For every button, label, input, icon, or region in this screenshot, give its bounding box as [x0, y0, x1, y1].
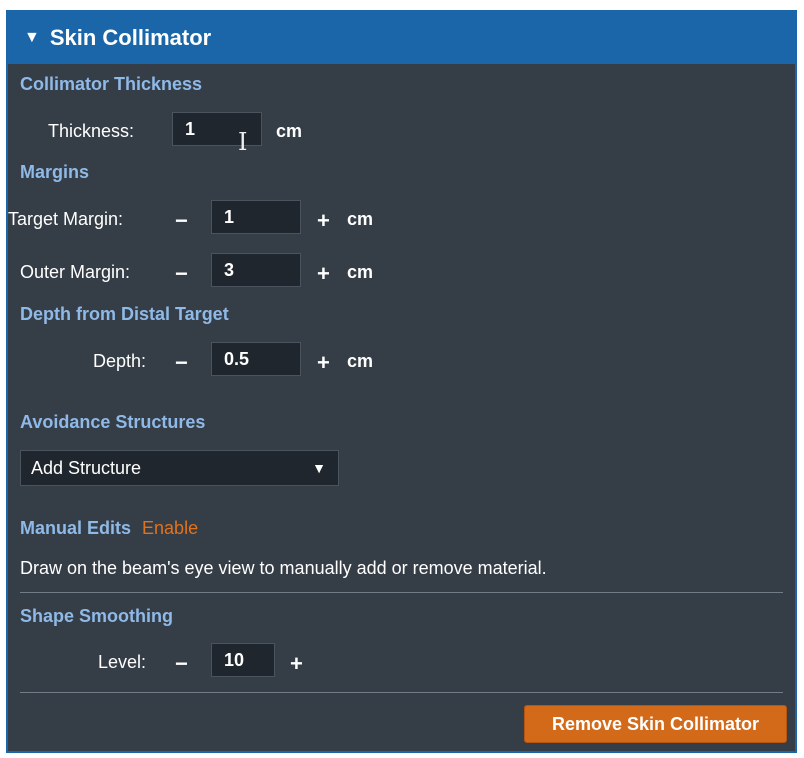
text-cursor-icon: I [238, 128, 248, 156]
level-plus-button[interactable]: + [290, 653, 303, 675]
target-margin-plus-button[interactable]: + [317, 210, 330, 232]
section-avoidance-structures: Avoidance Structures [20, 412, 206, 432]
level-minus-button[interactable]: − [175, 653, 188, 675]
depth-unit: cm [347, 351, 374, 371]
skin-collimator-panel: ▼ Skin Collimator Collimator Thickness T… [6, 10, 797, 753]
remove-skin-collimator-button[interactable]: Remove Skin Collimator [524, 705, 787, 743]
dropdown-arrow-icon: ▼ [312, 460, 326, 476]
section-depth-from-distal-target: Depth from Distal Target [20, 304, 229, 324]
depth-minus-button[interactable]: − [175, 352, 188, 374]
section-collimator-thickness: Collimator Thickness [20, 74, 203, 94]
thickness-input[interactable]: 1 [172, 112, 262, 146]
target-margin-label: Target Margin: [8, 209, 124, 229]
depth-label: Depth: [93, 351, 147, 371]
enable-manual-edits-link[interactable]: Enable [142, 518, 198, 538]
outer-margin-unit: cm [347, 262, 374, 282]
depth-plus-button[interactable]: + [317, 352, 330, 374]
collapse-triangle-icon[interactable]: ▼ [24, 29, 40, 47]
target-margin-minus-button[interactable]: − [175, 210, 188, 232]
panel-title: Skin Collimator [49, 25, 212, 50]
target-margin-unit: cm [347, 209, 374, 229]
section-margins: Margins [20, 162, 90, 182]
outer-margin-input[interactable]: 3 [211, 253, 301, 287]
depth-input[interactable]: 0.5 [211, 342, 301, 376]
section-manual-edits: Manual Edits [20, 518, 132, 538]
level-input[interactable]: 10 [211, 643, 275, 677]
level-label: Level: [98, 652, 147, 672]
manual-edits-row: Manual Edits Enable [20, 518, 198, 539]
manual-edits-description: Draw on the beam's eye view to manually … [20, 558, 547, 578]
add-structure-dropdown[interactable]: Add Structure ▼ [20, 450, 339, 486]
outer-margin-minus-button[interactable]: − [175, 263, 188, 285]
thickness-label: Thickness: [48, 121, 135, 141]
target-margin-input[interactable]: 1 [211, 200, 301, 234]
outer-margin-label: Outer Margin: [20, 262, 131, 282]
divider [20, 592, 783, 593]
panel-header[interactable]: ▼ Skin Collimator [8, 12, 795, 64]
thickness-unit: cm [276, 121, 303, 141]
outer-margin-plus-button[interactable]: + [317, 263, 330, 285]
section-shape-smoothing: Shape Smoothing [20, 606, 173, 626]
add-structure-dropdown-value: Add Structure [31, 457, 142, 478]
divider [20, 692, 783, 693]
